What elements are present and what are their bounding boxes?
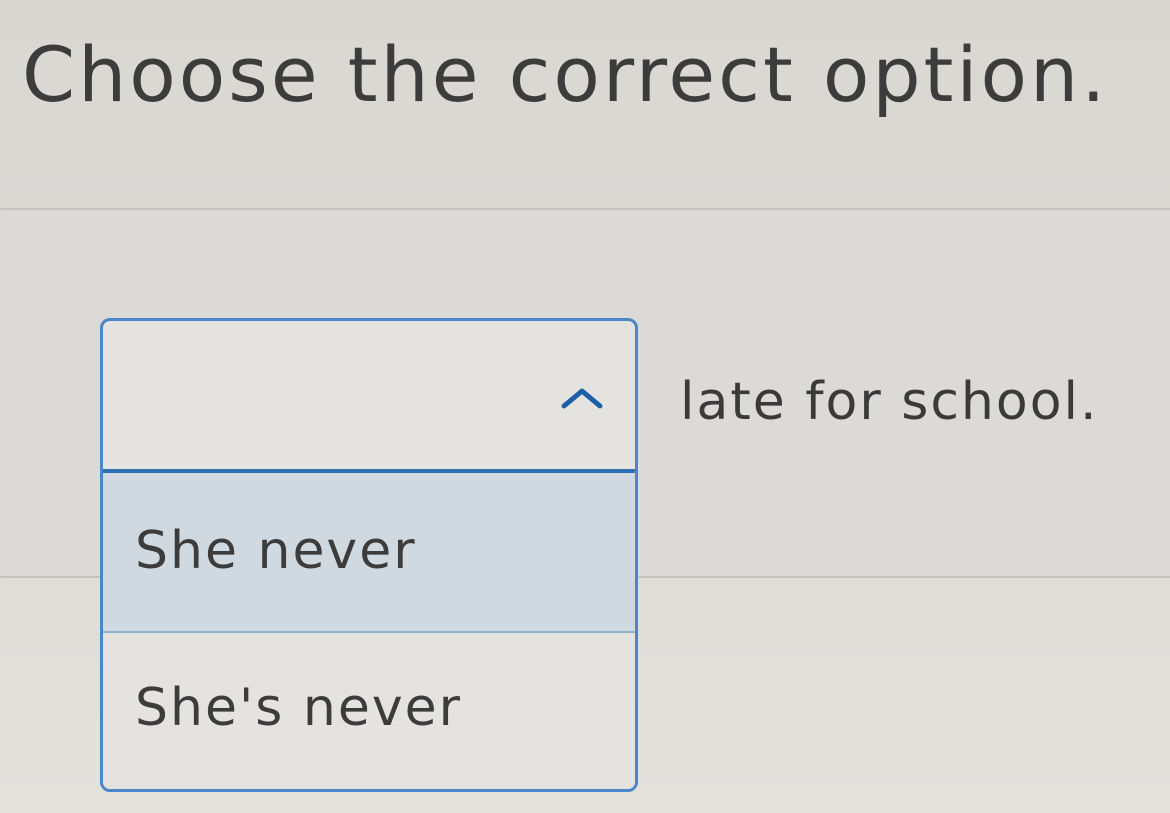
chevron-up-icon[interactable] — [560, 386, 604, 410]
dropdown-toggle[interactable] — [103, 321, 635, 473]
instruction-heading: Choose the correct option. — [22, 30, 1109, 119]
answer-dropdown[interactable]: She never She's never — [100, 318, 638, 792]
dropdown-option-she-never[interactable]: She never — [103, 473, 635, 633]
dropdown-option-shes-never[interactable]: She's never — [103, 633, 635, 789]
sentence-after-blank: late for school. — [680, 372, 1099, 432]
